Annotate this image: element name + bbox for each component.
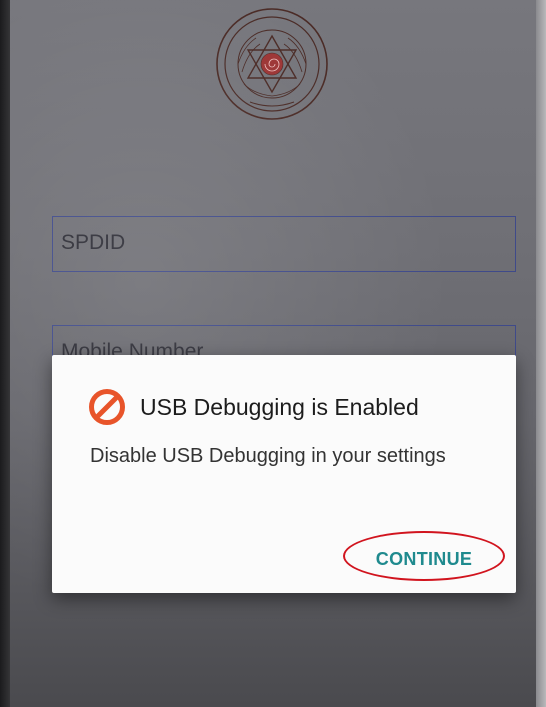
institution-emblem-logo xyxy=(214,6,330,122)
spdid-field[interactable]: SPDID xyxy=(52,216,516,272)
dialog-title: USB Debugging is Enabled xyxy=(140,393,419,420)
spdid-placeholder: SPDID xyxy=(61,231,126,254)
block-icon xyxy=(88,388,126,426)
dialog-header: USB Debugging is Enabled xyxy=(88,385,419,429)
phone-bezel-right xyxy=(536,0,546,707)
dialog-message: Disable USB Debugging in your settings xyxy=(90,445,446,467)
phone-photo: SPDID Mobile Number USB Debugging is Ena… xyxy=(0,0,546,707)
usb-debugging-dialog: USB Debugging is Enabled Disable USB Deb… xyxy=(52,355,516,593)
continue-button[interactable]: CONTINUE xyxy=(342,533,506,585)
